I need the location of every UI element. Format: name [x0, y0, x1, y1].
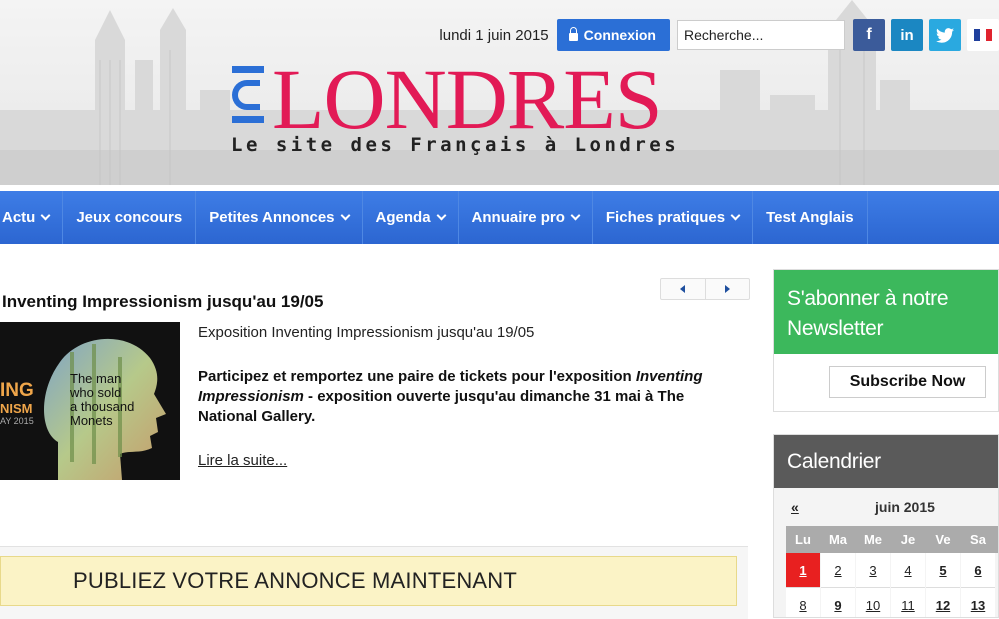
nav-item-test-anglais[interactable]: Test Anglais — [753, 191, 868, 244]
calendar-day[interactable]: 1 — [786, 553, 820, 588]
calendar-day[interactable]: 10 — [856, 588, 890, 617]
search-input[interactable] — [677, 20, 845, 50]
calendar-widget: Calendrier « juin 2015 Lu Ma Me Je Ve Sa 1 2 3 4 5… — [773, 434, 999, 618]
login-label: Connexion — [583, 27, 656, 43]
calendar-day[interactable]: 5 — [926, 553, 960, 588]
logo-ici-mark[interactable] — [232, 66, 266, 132]
newsletter-title: S'abonner à notre Newsletter — [774, 270, 998, 354]
calendar-day[interactable]: 6 — [961, 553, 995, 588]
nav-item-label: Petites Annonces — [209, 209, 335, 226]
chevron-down-icon — [340, 210, 350, 221]
calendar-day[interactable]: 11 — [891, 588, 925, 617]
calendar-week-row: 123456 — [786, 553, 998, 588]
calendar-weekday: Je — [900, 532, 916, 547]
calendar-day[interactable]: 4 — [891, 553, 925, 588]
calendar-day[interactable]: 12 — [926, 588, 960, 617]
french-flag-icon[interactable] — [967, 19, 999, 51]
article-subtitle: Exposition Inventing Impressionism jusqu… — [198, 324, 535, 341]
article-thumbnail[interactable]: ING NISM AY 2015 The man who sold a thou… — [0, 322, 180, 480]
nav-items: Actu Jeux concours Petites Annonces Agenda A… — [0, 191, 999, 244]
overlay-line: The man — [70, 371, 122, 386]
linkedin-icon[interactable]: in — [891, 19, 923, 51]
header-top-bar: lundi 1 juin 2015 Connexion f in — [439, 18, 999, 52]
arrow-right-icon — [724, 285, 730, 293]
nav-item-label: Jeux concours — [76, 209, 183, 226]
article-excerpt: Participez et remportez une paire de tic… — [198, 367, 738, 427]
calendar-weekday: Sa — [970, 532, 986, 547]
calendar-day[interactable]: 8 — [786, 588, 820, 617]
nav-item-label: Fiches pratiques — [605, 209, 726, 226]
calendar-day[interactable]: 9 — [821, 588, 855, 617]
read-more-link[interactable]: Lire la suite... — [198, 452, 287, 469]
calendar-weekday: Lu — [795, 532, 811, 547]
logo-ici-bar-bottom — [232, 116, 264, 123]
nav-item-label: Test Anglais — [766, 209, 854, 226]
nav-item-label: Annuaire pro — [471, 209, 565, 226]
publish-annonce-button[interactable]: PUBLIEZ VOTRE ANNONCE MAINTENANT — [0, 556, 737, 606]
logo-londres[interactable]: LONDRES — [272, 56, 663, 142]
calendar-weekday: Me — [863, 532, 883, 547]
thumbnail-text-1: ING — [0, 380, 34, 401]
nav-item-agenda[interactable]: Agenda — [363, 191, 459, 244]
calendar-grid: Lu Ma Me Je Ve Sa 1 2 3 4 5 6 8 9 10 11 12 13 — [786, 526, 998, 617]
chevron-down-icon — [570, 210, 581, 221]
newsletter-widget: S'abonner à notre Newsletter Subscribe N… — [773, 269, 999, 412]
nav-item-fiches-pratiques[interactable]: Fiches pratiques — [593, 191, 754, 244]
logo-ici-bar-top — [232, 66, 264, 73]
calendar-title: Calendrier — [774, 435, 998, 488]
overlay-line: a thousand — [70, 399, 135, 414]
nav-item-jeux-concours[interactable]: Jeux concours — [63, 191, 197, 244]
facebook-glyph: f — [866, 26, 872, 43]
site-header: lundi 1 juin 2015 Connexion f in LONDRES… — [0, 0, 999, 185]
twitter-icon[interactable] — [929, 19, 961, 51]
calendar-weekday: Ma — [828, 532, 848, 547]
flag-red-stripe — [986, 29, 992, 41]
excerpt-text: Participez et remportez une paire de tic… — [198, 368, 636, 385]
linkedin-glyph: in — [900, 26, 914, 44]
calendar-day[interactable]: 3 — [856, 553, 890, 588]
nav-item-actu[interactable]: Actu — [0, 191, 64, 244]
newsletter-title-line: Newsletter — [787, 317, 884, 340]
site-tagline: Le site des Français à Londres — [231, 134, 680, 156]
twitter-bird-glyph — [936, 27, 954, 43]
calendar-month-row: « juin 2015 — [774, 497, 998, 519]
subscribe-button[interactable]: Subscribe Now — [829, 366, 986, 398]
chevron-down-icon — [730, 210, 741, 221]
lock-icon — [568, 27, 578, 41]
facebook-icon[interactable]: f — [853, 19, 885, 51]
nav-item-annuaire-pro[interactable]: Annuaire pro — [459, 191, 593, 244]
thumbnail-overlay-text: The man who sold a thousand Monets — [70, 372, 134, 428]
thumbnail-text-3: AY 2015 — [0, 416, 34, 426]
calendar-day[interactable]: 13 — [961, 588, 995, 617]
thumbnail-text-2: NISM — [0, 401, 33, 416]
slider-pager — [660, 278, 750, 300]
slider-prev-button[interactable] — [661, 279, 706, 299]
current-date: lundi 1 juin 2015 — [439, 26, 549, 44]
overlay-line: Monets — [70, 413, 113, 428]
calendar-week-row: 8 9 10 11 12 13 — [786, 588, 998, 617]
calendar-month-label: juin 2015 — [875, 499, 935, 515]
overlay-line: who sold — [70, 385, 122, 400]
nav-item-petites-annonces[interactable]: Petites Annonces — [196, 191, 363, 244]
slider-next-button[interactable] — [706, 279, 750, 299]
calendar-day[interactable]: 2 — [821, 553, 855, 588]
publish-annonce-label: PUBLIEZ VOTRE ANNONCE MAINTENANT — [73, 568, 518, 593]
main-navigation: Actu Jeux concours Petites Annonces Agenda A… — [0, 191, 999, 244]
chevron-down-icon — [40, 210, 51, 221]
calendar-weekday-header: Lu Ma Me Je Ve Sa — [786, 526, 998, 553]
nav-item-label: Agenda — [375, 209, 431, 226]
logo-ici-c — [232, 80, 260, 110]
arrow-left-icon — [680, 285, 686, 293]
nav-item-label: Actu — [2, 209, 36, 226]
calendar-weekday: Ve — [935, 532, 951, 547]
newsletter-title-line: S'abonner à notre — [787, 287, 949, 310]
login-button[interactable]: Connexion — [556, 19, 670, 51]
article-title[interactable]: Inventing Impressionism jusqu'au 19/05 — [2, 292, 323, 312]
chevron-down-icon — [436, 210, 446, 221]
calendar-prev-month[interactable]: « — [791, 499, 799, 515]
